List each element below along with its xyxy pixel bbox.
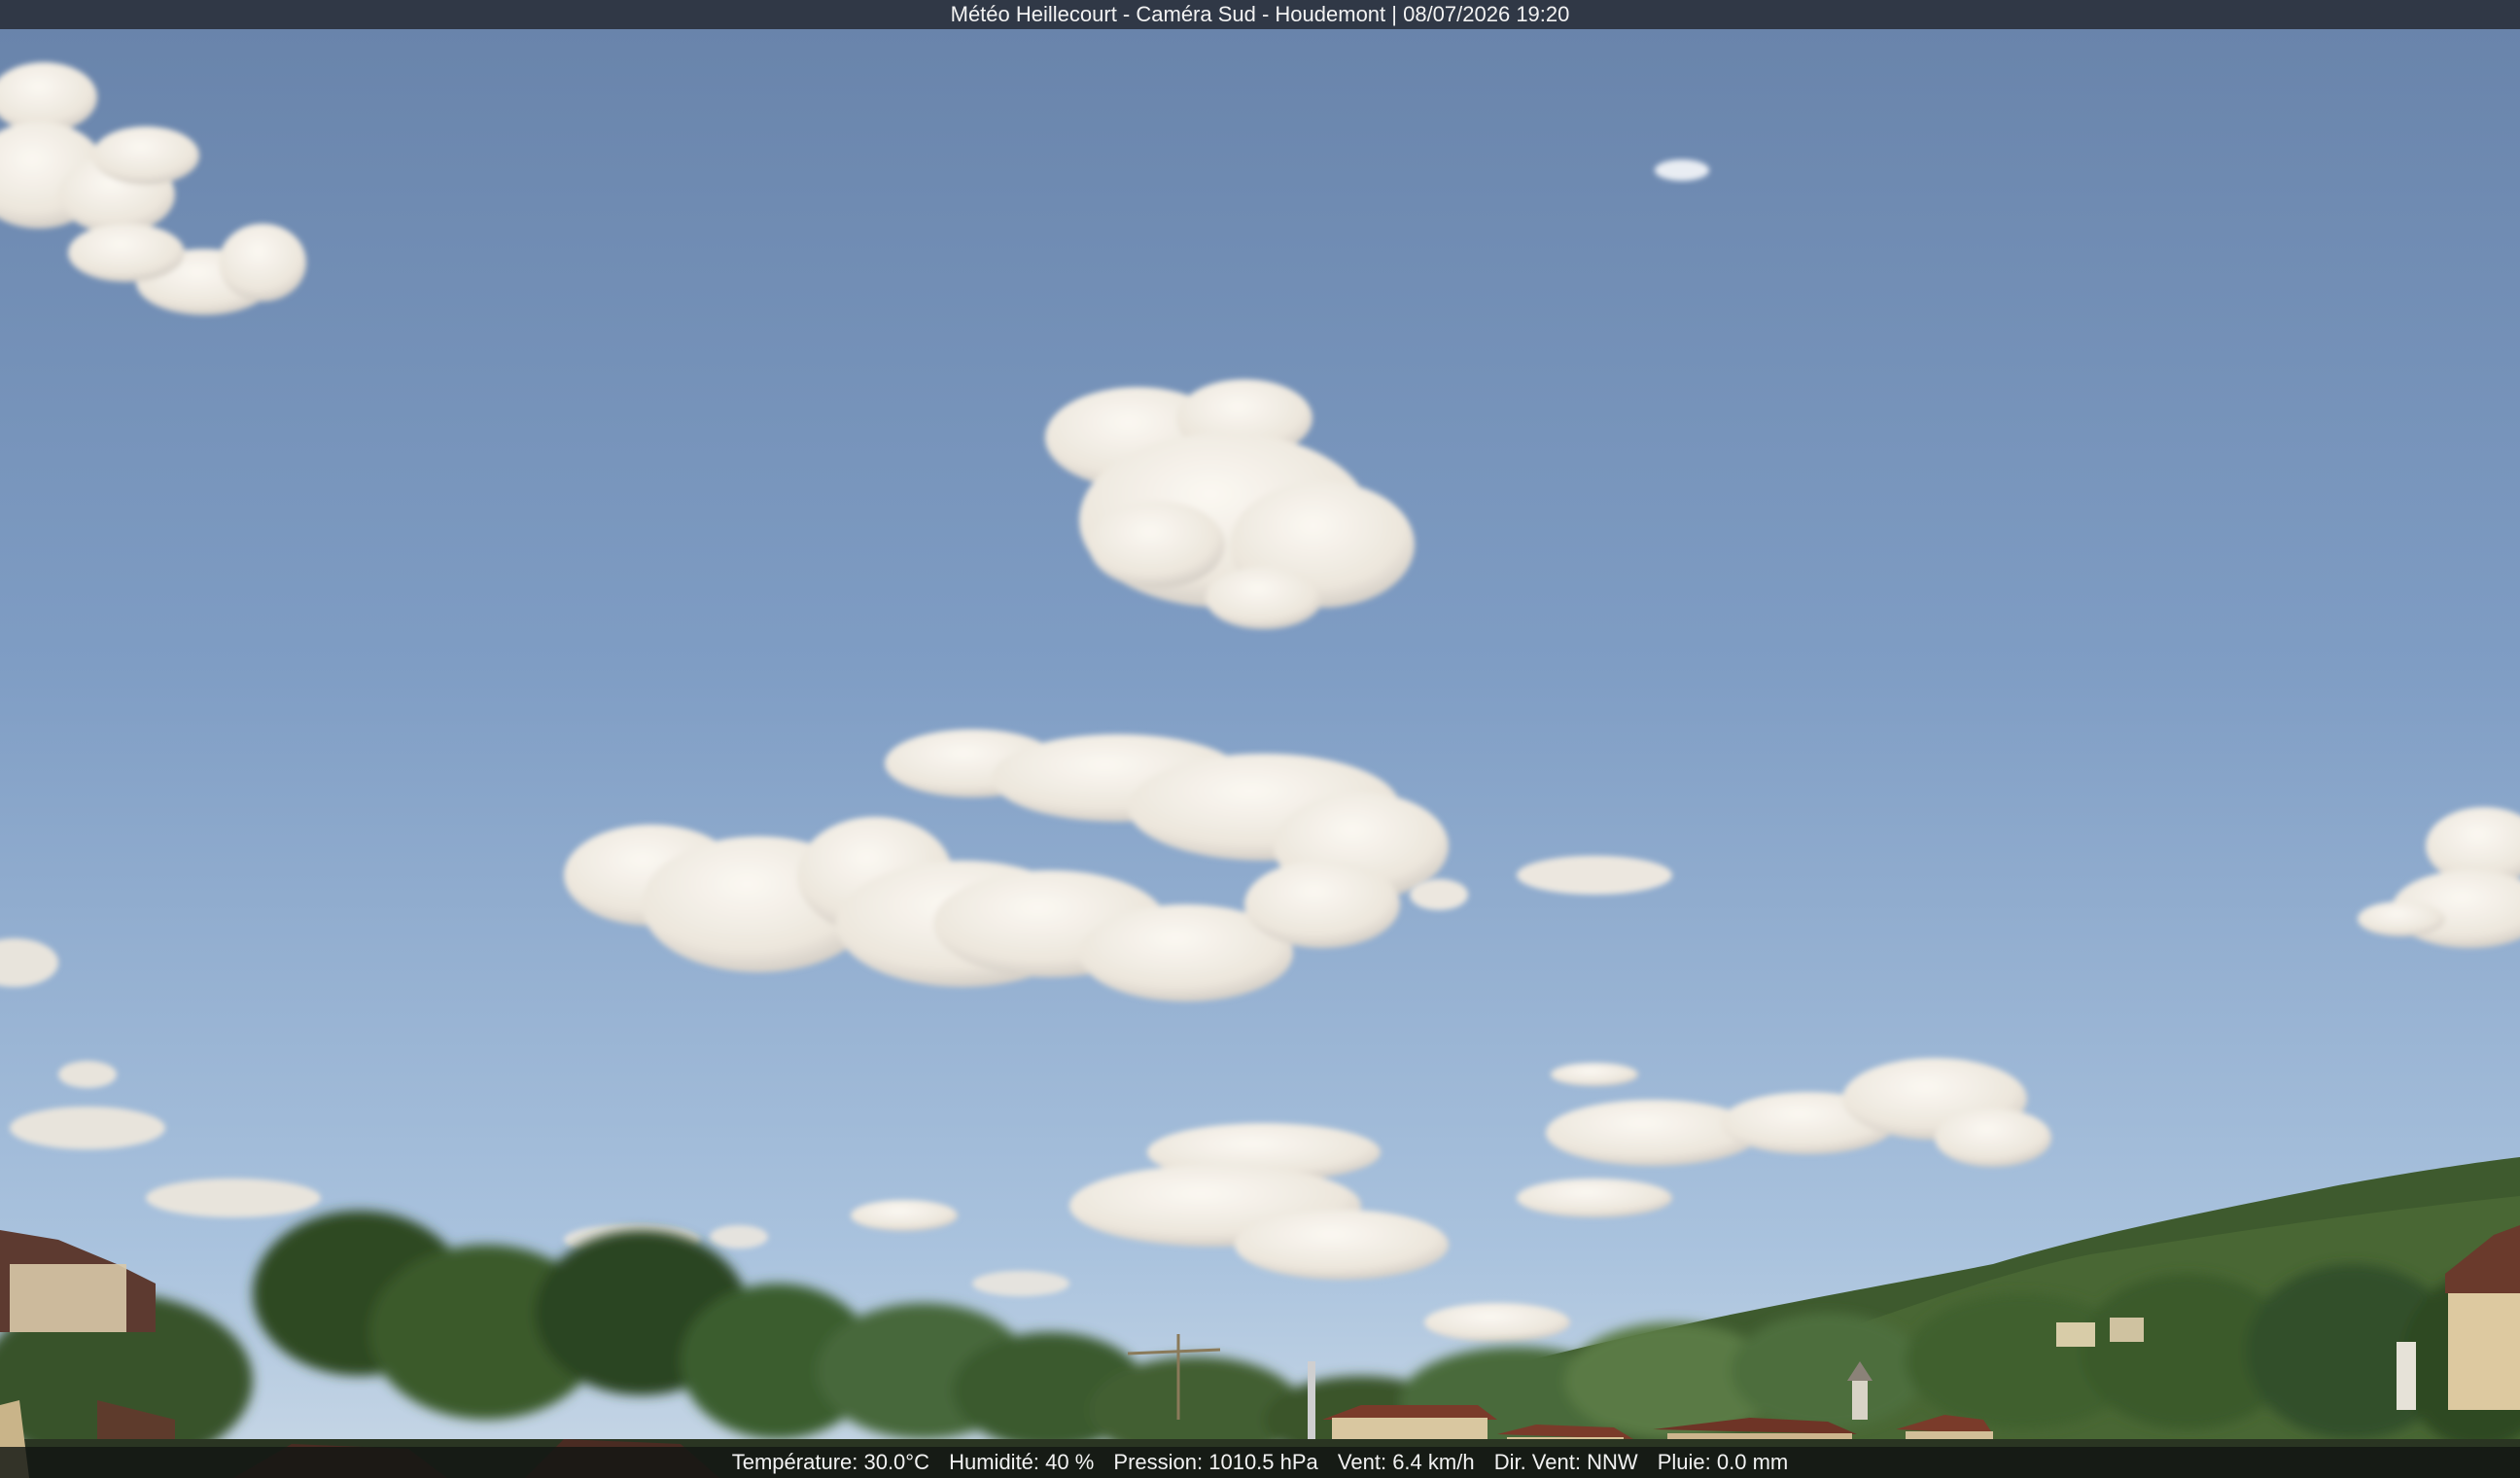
temperature-reading: Température: 30.0°C	[731, 1450, 929, 1474]
rain-reading: Pluie: 0.0 mm	[1657, 1450, 1789, 1474]
wind-direction-reading: Dir. Vent: NNW	[1493, 1450, 1638, 1474]
humidity-reading: Humidité: 40 %	[949, 1450, 1095, 1474]
weather-readings-bar: Température: 30.0°C Humidité: 40 % Press…	[0, 1447, 2520, 1478]
cloud-wisp-top	[1655, 159, 1709, 181]
webcam-frame: Météo Heillecourt - Caméra Sud - Houdemo…	[0, 0, 2520, 1478]
pressure-reading: Pression: 1010.5 hPa	[1113, 1450, 1318, 1474]
webcam-scene	[0, 0, 2520, 1478]
camera-title: Météo Heillecourt - Caméra Sud - Houdemo…	[950, 2, 1570, 26]
camera-title-bar: Météo Heillecourt - Caméra Sud - Houdemo…	[0, 0, 2520, 29]
wind-speed-reading: Vent: 6.4 km/h	[1337, 1450, 1475, 1474]
